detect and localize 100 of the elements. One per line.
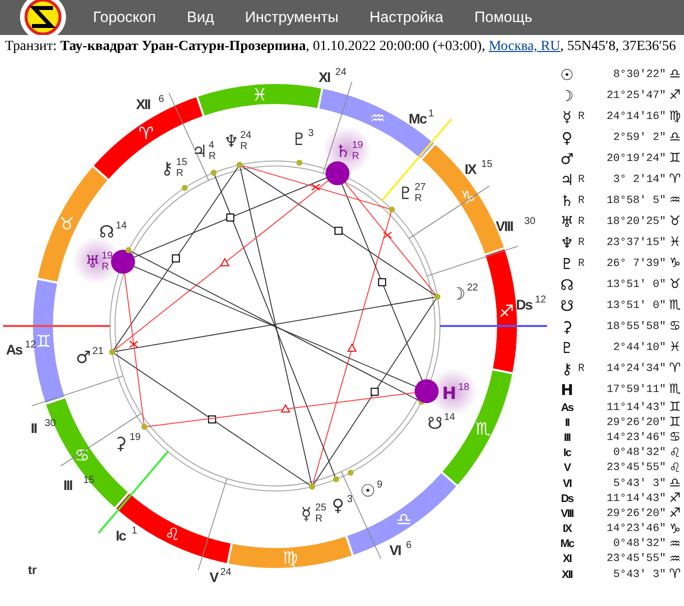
sign-glyph: ♒ xyxy=(668,536,682,552)
house-label: Ds xyxy=(516,296,532,313)
planet-glyph: ♇ xyxy=(559,338,575,356)
position-value: 17°59′11″ xyxy=(606,384,666,396)
position-value: 23°45′55″ xyxy=(606,462,666,474)
house-label: XII xyxy=(560,568,574,581)
retrograde-mark: R xyxy=(102,262,109,272)
zodiac-glyph: ♉ xyxy=(59,214,75,234)
menu-item[interactable]: Настройка xyxy=(370,9,444,26)
zodiac-glyph: ♓ xyxy=(252,86,268,106)
retrograde-mark: R xyxy=(578,258,586,270)
degree-label: 1 xyxy=(132,526,138,537)
planet-glyph: ♇ xyxy=(398,184,414,204)
triangle-aspect-icon xyxy=(280,404,290,412)
degree-label: 18 xyxy=(458,382,470,393)
retrograde-mark: R xyxy=(578,174,586,186)
square-aspect-icon xyxy=(370,388,379,396)
square-aspect-icon xyxy=(378,278,386,286)
planet-glyph: ♂ xyxy=(76,348,92,368)
sign-glyph: ♊ xyxy=(668,415,682,430)
planet-glyph: ♇ xyxy=(559,254,575,272)
planet-glyph: ♅ xyxy=(84,252,100,272)
zodiac-glyph: ♊ xyxy=(36,332,52,352)
menu-item[interactable]: Вид xyxy=(186,9,214,26)
position-value: 29°26′20″ xyxy=(606,416,666,429)
planet-glyph: ♅ xyxy=(559,212,575,230)
position-value: 14°24′34″ xyxy=(606,362,666,374)
house-label: Ds xyxy=(560,492,574,505)
planet-glyph: ☊ xyxy=(99,222,114,243)
degree-label: 12 xyxy=(25,339,36,350)
degree-label: 19 xyxy=(102,250,113,262)
zodiac-glyph: ♎ xyxy=(396,510,412,530)
square-aspect-icon xyxy=(208,415,216,424)
planet-glyph: H xyxy=(442,384,456,404)
degree-label: 24 xyxy=(240,130,252,142)
position-value: 2°44′10″ xyxy=(612,342,666,354)
position-value: 23°45′55″ xyxy=(606,553,666,566)
sign-glyph: ♏ xyxy=(668,382,682,397)
sign-glyph: ♓ xyxy=(668,340,682,355)
house-label: V xyxy=(210,569,218,585)
degree-label: 24 xyxy=(220,567,232,578)
sign-glyph: ♐ xyxy=(668,491,682,506)
retrograde-mark: R xyxy=(578,362,586,374)
chart-mode-label: tr xyxy=(28,563,37,577)
degree-label: 24 xyxy=(335,67,346,78)
sign-glyph: ♎ xyxy=(668,67,682,82)
degree-label: 6 xyxy=(406,540,412,551)
planet-glyph: ♃ xyxy=(559,170,575,188)
zodiac-glyph: ♋ xyxy=(74,446,90,466)
square-aspect-icon xyxy=(334,226,342,235)
position-value: 23°37′15″ xyxy=(606,236,666,248)
planet-glyph: ♆ xyxy=(224,132,239,152)
planet-glyph: ♂ xyxy=(559,150,575,168)
zodiac-glyph: ♑ xyxy=(460,188,476,208)
degree-label: 25 xyxy=(315,502,326,514)
degree-label: 4 xyxy=(208,140,214,151)
sign-glyph: ♌ xyxy=(668,460,682,476)
location-link[interactable]: Москва, RU xyxy=(488,39,560,54)
position-value: 0°48′32″ xyxy=(612,538,666,550)
degree-label: 3 xyxy=(308,128,314,140)
sign-glyph: ♎ xyxy=(668,130,682,145)
position-value: 11°14′43″ xyxy=(606,402,666,414)
degree-label: 19 xyxy=(352,140,364,152)
degree-label: 12 xyxy=(535,294,546,306)
house-label: XI xyxy=(318,69,330,85)
house-label: As xyxy=(560,402,574,414)
retrograde-mark: R xyxy=(176,168,184,179)
menu-item[interactable]: Гороскоп xyxy=(93,9,156,26)
retrograde-mark: R xyxy=(578,216,586,228)
planet-glyph: ☿ xyxy=(300,504,312,525)
house-label: Ic xyxy=(116,528,126,544)
position-value: 26° 7′39″ xyxy=(606,258,666,270)
sign-glyph: ♊ xyxy=(668,151,682,166)
menu-item[interactable]: Помощь xyxy=(474,9,532,26)
cross-aspect-icon xyxy=(311,184,320,191)
degree-label: 9 xyxy=(376,479,382,490)
position-value: 13°51′ 0″ xyxy=(606,278,666,290)
house-label: VIII xyxy=(496,218,513,234)
house-label: IX xyxy=(464,160,476,177)
degree-label: 15 xyxy=(176,156,188,168)
planet-glyph: ♆ xyxy=(559,234,575,252)
retrograde-mark: R xyxy=(578,110,586,122)
planet-glyph: ♄ xyxy=(335,142,351,162)
zodiac-glyph: ♍ xyxy=(282,548,298,568)
sign-glyph: ♉ xyxy=(668,214,682,229)
degree-label: 3 xyxy=(347,494,353,505)
house-label: As xyxy=(6,341,22,358)
menu-item[interactable]: Инструменты xyxy=(244,9,339,26)
retrograde-mark: R xyxy=(578,194,586,206)
degree-label: 15 xyxy=(481,158,492,170)
position-value: 18°55′58″ xyxy=(606,320,666,332)
logo-icon[interactable] xyxy=(20,0,66,35)
position-value: 14°23′46″ xyxy=(606,523,666,536)
sign-glyph: ♊ xyxy=(668,400,682,416)
house-label: III xyxy=(562,432,572,444)
position-value: 18°58′ 5″ xyxy=(606,194,666,206)
degree-label: 6 xyxy=(158,94,164,106)
zodiac-glyph: ♏ xyxy=(475,420,491,440)
position-value: 8°30′22″ xyxy=(612,68,666,80)
degree-label: 27 xyxy=(414,182,426,193)
